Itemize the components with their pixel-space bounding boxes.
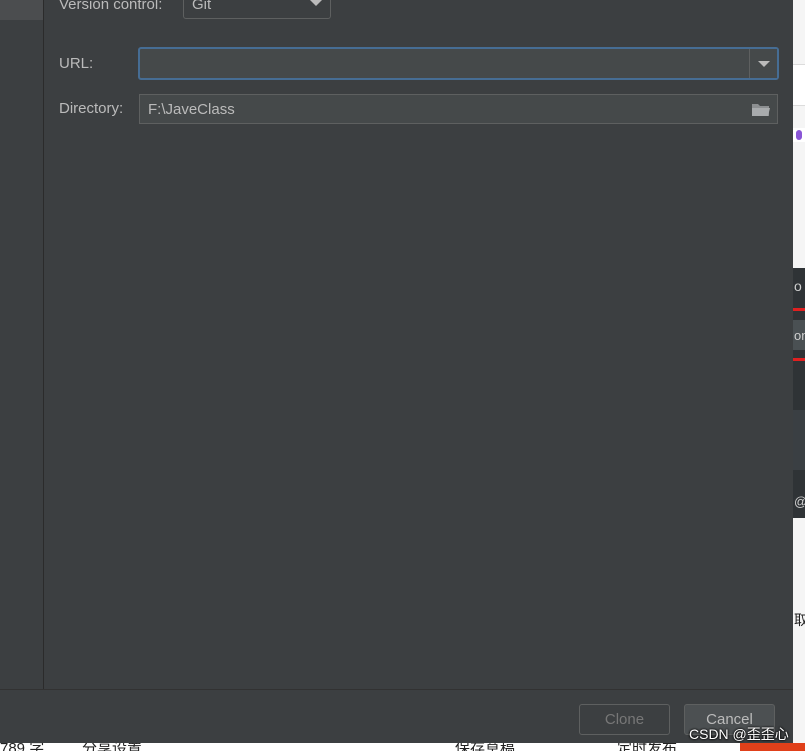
chevron-down-icon: [758, 61, 770, 67]
version-control-label: Version control:: [59, 0, 163, 13]
selected-nav-item[interactable]: [0, 0, 43, 20]
url-combo[interactable]: [138, 47, 779, 80]
background-text: 定时发布: [617, 743, 677, 751]
background-panel: [793, 410, 805, 470]
background-text: 789 字: [0, 743, 44, 751]
version-control-value: Git: [192, 0, 212, 13]
background-strip: [793, 64, 805, 106]
background-text: 分享设置: [82, 743, 142, 751]
chevron-down-icon: [310, 0, 322, 6]
directory-input[interactable]: [140, 95, 740, 123]
background-red-button: [740, 743, 805, 751]
background-dark-panel: [793, 268, 805, 518]
background-red-line: [793, 358, 805, 361]
url-history-dropdown[interactable]: [749, 49, 777, 78]
csdn-watermark: CSDN @歪歪心: [689, 726, 789, 742]
directory-field[interactable]: [139, 94, 778, 124]
background-bottom-bar: 789 字 分享设置 保存草稿 定时发布: [0, 743, 805, 751]
background-glyph: o: [794, 278, 802, 294]
url-label: URL:: [59, 55, 94, 72]
background-glyph: @: [794, 494, 805, 509]
browse-folder-icon[interactable]: [751, 100, 771, 118]
footer-divider: [0, 689, 793, 690]
background-text: 保存草稿: [455, 743, 515, 751]
version-control-select[interactable]: Git: [183, 0, 331, 19]
background-glyph: om: [794, 328, 805, 343]
background-dot: [796, 130, 802, 140]
background-glyph: 取: [794, 612, 805, 628]
left-navigation-pane: [0, 0, 44, 689]
clone-button[interactable]: Clone: [579, 704, 670, 735]
background-red-line: [793, 308, 805, 311]
directory-label: Directory:: [59, 100, 124, 117]
url-input[interactable]: [140, 49, 748, 78]
get-from-vcs-dialog: Version control: Git URL: Directory: Clo…: [0, 0, 793, 751]
